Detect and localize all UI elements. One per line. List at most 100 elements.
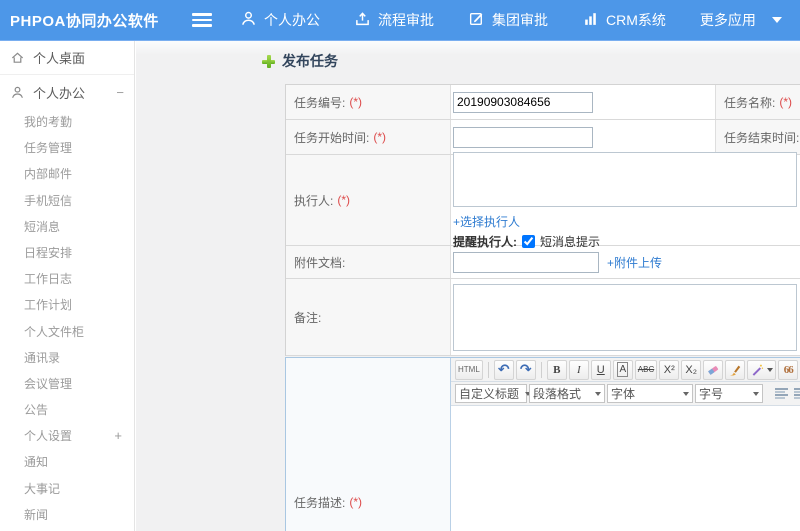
executor-textarea[interactable]: [453, 151, 797, 207]
task-no-input[interactable]: [453, 91, 593, 113]
font-family-select[interactable]: 字体: [607, 384, 693, 403]
chevron-down-icon: [683, 391, 689, 396]
sidebar-item-label: 个人桌面: [33, 51, 86, 66]
start-time-input[interactable]: [453, 126, 593, 148]
sidebar-item-news[interactable]: 新闻: [0, 502, 134, 528]
sidebar-item-internal-mail[interactable]: 内部邮件: [0, 161, 134, 187]
required-mark: (*): [349, 495, 363, 509]
sidebar-item-announcement[interactable]: 公告: [0, 397, 134, 423]
html-source-button[interactable]: HTML: [455, 359, 483, 380]
blockquote-button[interactable]: 66: [778, 359, 799, 380]
description-label: 任务描述:: [294, 495, 346, 510]
page: PHPOA协同办公软件 个人办公 流程审批 集团审批 CRM系统 更多应用 个人…: [0, 0, 800, 531]
eraser-icon: [708, 365, 719, 375]
align-center-icon: [794, 388, 800, 399]
sidebar-item-personal-desktop[interactable]: 个人桌面: [0, 41, 134, 75]
collapse-icon[interactable]: −: [116, 85, 124, 100]
choose-executor-link[interactable]: +选择执行人: [453, 215, 520, 229]
required-mark: (*): [337, 193, 351, 207]
sidebar-item-label: 个人办公: [33, 85, 86, 101]
align-left-icon: [775, 388, 788, 399]
form-row-remark: 备注:: [286, 279, 800, 356]
topbar: PHPOA协同办公软件 个人办公 流程审批 集团审批 CRM系统 更多应用: [0, 0, 800, 41]
sidebar-item-notice[interactable]: 通知: [0, 449, 134, 475]
page-header: 发布任务: [262, 51, 338, 71]
required-mark: (*): [349, 95, 363, 109]
form-row-executor: 执行人: (*) +选择执行人 提醒执行人: 短消息提示: [286, 151, 800, 249]
expand-icon[interactable]: +: [114, 423, 122, 449]
top-nav: 个人办公 流程审批 集团审批 CRM系统 更多应用: [240, 10, 782, 30]
app-logo: PHPOA协同办公软件: [10, 12, 159, 30]
chevron-down-icon[interactable]: [771, 17, 782, 23]
bar-chart-icon: [582, 10, 599, 30]
process-icon: [354, 10, 371, 30]
custom-heading-select[interactable]: 自定义标题: [455, 384, 532, 403]
sidebar-item-short-message[interactable]: 短消息: [0, 214, 134, 240]
italic-button[interactable]: I: [568, 359, 589, 380]
remark-textarea[interactable]: [453, 283, 797, 351]
nav-label: 个人办公: [264, 12, 320, 28]
font-size-select[interactable]: 字号: [695, 384, 763, 403]
sidebar-item-personal-office[interactable]: 个人办公 −: [0, 75, 134, 109]
nav-crm-system[interactable]: CRM系统: [582, 10, 666, 30]
sidebar-item-work-plan[interactable]: 工作计划: [0, 292, 134, 318]
bold-button[interactable]: B: [546, 359, 567, 380]
publish-task-form: 任务编号: (*) 任务名称: (*) 任务开始时间: (*): [285, 84, 800, 356]
editor-toolbar-row2: 自定义标题 段落格式 字体 字号: [451, 382, 800, 406]
executor-label: 执行人:: [294, 193, 334, 208]
eraser-button[interactable]: [703, 359, 724, 380]
sidebar-item-my-attendance[interactable]: 我的考勤: [0, 109, 134, 135]
nav-label: 集团审批: [492, 12, 548, 28]
attachment-label: 附件文档:: [294, 255, 346, 270]
strikethrough-button[interactable]: ABC: [634, 359, 658, 380]
form-row-attachment: 附件文档: +附件上传: [286, 246, 800, 279]
form-row-task-no: 任务编号: (*) 任务名称: (*): [286, 85, 800, 120]
superscript-button[interactable]: X²: [659, 359, 680, 380]
nav-label: CRM系统: [606, 12, 666, 28]
align-left-button[interactable]: [773, 385, 790, 402]
chevron-down-icon: [753, 391, 759, 396]
attachment-upload-link[interactable]: +附件上传: [607, 254, 662, 271]
edit-square-icon: [468, 10, 485, 30]
nav-process-approval[interactable]: 流程审批: [354, 10, 434, 30]
magic-wand-icon: [752, 364, 764, 376]
chevron-down-icon: [767, 367, 774, 372]
home-icon: [11, 52, 24, 63]
form-row-description: 任务描述: (*) HTML ↶ ↷ B I U A ABC X² X₂ 66 …: [285, 357, 800, 531]
redo-button[interactable]: ↷: [515, 359, 536, 380]
nav-group-approval[interactable]: 集团审批: [468, 10, 548, 30]
sidebar-item-meeting-management[interactable]: 会议管理: [0, 371, 134, 397]
format-brush-button[interactable]: [725, 359, 746, 380]
sidebar-item-mobile-sms[interactable]: 手机短信: [0, 188, 134, 214]
task-no-label: 任务编号:: [294, 95, 346, 110]
brush-icon: [729, 365, 741, 376]
sidebar-item-major-events[interactable]: 大事记: [0, 476, 134, 502]
sidebar-item-contacts[interactable]: 通讯录: [0, 345, 134, 371]
remark-label: 备注:: [294, 310, 322, 325]
menu-toggle-icon[interactable]: [192, 13, 212, 27]
sidebar-item-schedule[interactable]: 日程安排: [0, 240, 134, 266]
char-border-button[interactable]: A: [612, 359, 633, 380]
nav-more-apps[interactable]: 更多应用: [700, 10, 756, 30]
task-name-label: 任务名称:: [724, 95, 776, 110]
nav-label: 流程审批: [378, 12, 434, 28]
paragraph-format-select[interactable]: 段落格式: [529, 384, 605, 403]
add-icon: [262, 54, 275, 68]
align-center-button[interactable]: [792, 385, 800, 402]
sidebar-item-task-management[interactable]: 任务管理: [0, 135, 134, 161]
attachment-input[interactable]: [453, 251, 599, 273]
subscript-button[interactable]: X₂: [681, 359, 702, 380]
required-mark: (*): [779, 95, 793, 109]
rich-text-editor: HTML ↶ ↷ B I U A ABC X² X₂ 66 自定义标题 段落格式…: [451, 358, 800, 531]
sidebar-item-work-log[interactable]: 工作日志: [0, 266, 134, 292]
underline-button[interactable]: U: [590, 359, 611, 380]
undo-button[interactable]: ↶: [493, 359, 514, 380]
start-time-label: 任务开始时间:: [294, 130, 370, 145]
sidebar-item-personal-files[interactable]: 个人文件柜: [0, 319, 134, 345]
nav-personal-office[interactable]: 个人办公: [240, 10, 320, 30]
sidebar-item-personal-settings[interactable]: 个人设置 +: [0, 423, 134, 449]
editor-content-area[interactable]: [451, 406, 800, 531]
main-content: 发布任务 任务编号: (*) 任务名称: (*): [136, 41, 800, 531]
quick-format-button[interactable]: [747, 359, 777, 380]
required-mark: (*): [373, 130, 387, 144]
